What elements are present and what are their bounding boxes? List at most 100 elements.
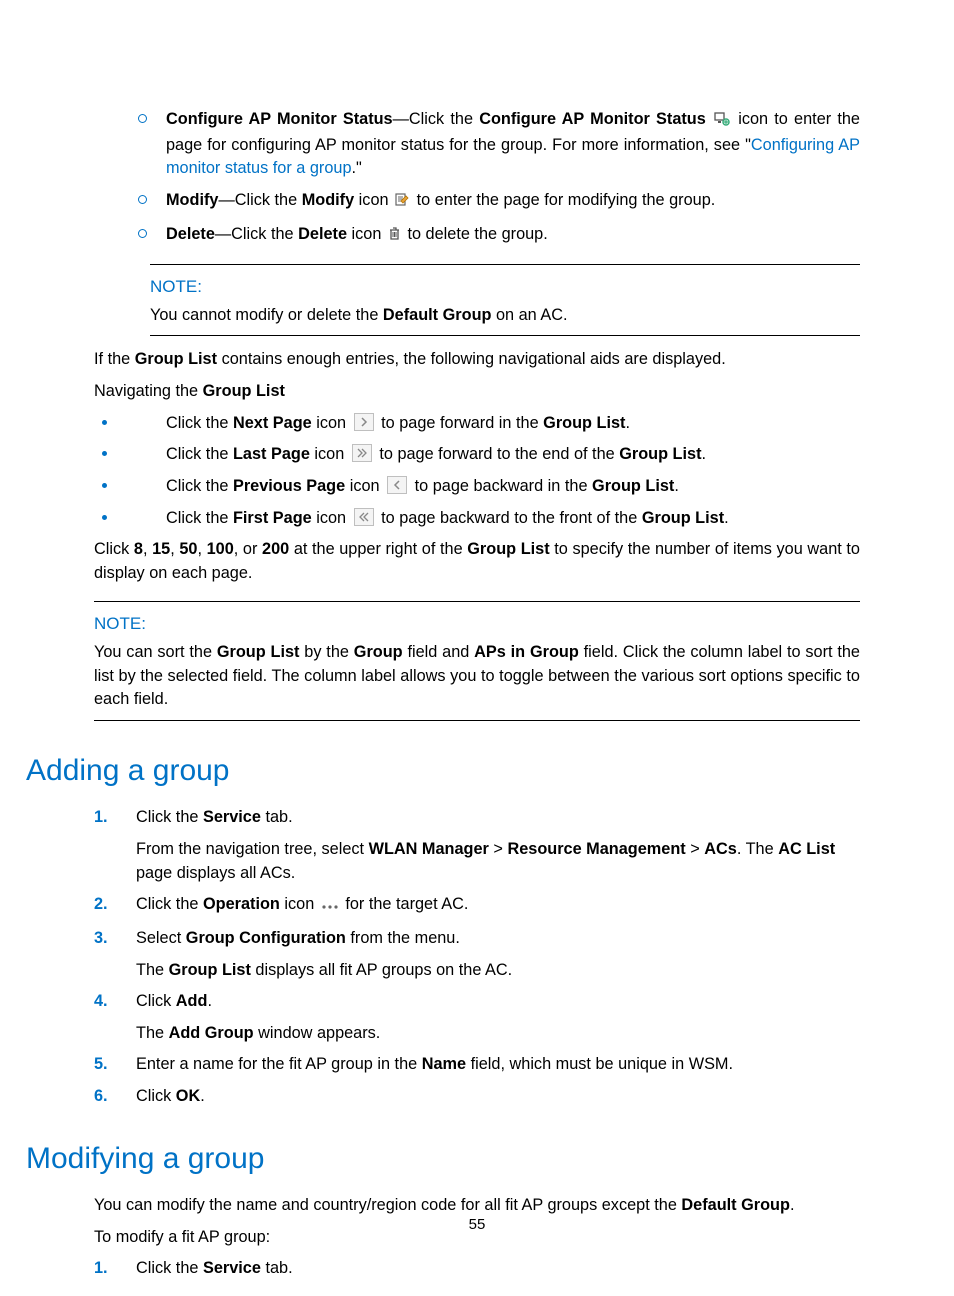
bold-text: WLAN Manager (369, 840, 489, 858)
link[interactable]: Configuring AP monitor status for a grou… (166, 136, 860, 178)
note-label: NOTE: (94, 612, 860, 637)
bold-text: 15 (152, 540, 170, 558)
list-item: 2. Click the Operation icon for the targe… (94, 893, 860, 919)
list-marker: 5. (94, 1053, 108, 1077)
step-line: Enter a name for the fit AP group in the… (136, 1053, 860, 1077)
list-item: 1. Click the Service tab. From the navigat… (94, 806, 860, 885)
note-text: You can sort the Group List by the Group… (94, 641, 860, 712)
step-line: Select Group Configuration from the menu… (136, 927, 860, 951)
note-box: NOTE: You can sort the Group List by the… (94, 601, 860, 721)
numbered-list: 1.Click the Service tab. (94, 1257, 860, 1281)
bold-text: First Page (233, 509, 312, 527)
bold-text: Default Group (681, 1196, 790, 1214)
bold-text: Add Group (169, 1024, 254, 1042)
step-line: From the navigation tree, select WLAN Ma… (136, 838, 860, 885)
edit-icon (395, 191, 410, 215)
bold-text: ACs (704, 840, 737, 858)
circular-list: Configure AP Monitor Status—Click the Co… (94, 108, 860, 248)
bold-text: Group (354, 643, 403, 661)
text: Click (94, 540, 134, 558)
list-item: 4. Click Add. The Add Group window appears… (94, 990, 860, 1045)
bold-text: 8 (134, 540, 143, 558)
bold-text: 200 (262, 540, 289, 558)
bold-text: Group List (203, 382, 285, 400)
bold-text: Delete (166, 225, 215, 243)
heading-adding-group: Adding a group (26, 749, 860, 793)
text: . (790, 1196, 795, 1214)
note-text: You cannot modify or delete the Default … (150, 304, 860, 328)
list-item: Configure AP Monitor Status—Click the Co… (94, 108, 860, 181)
bold-text: APs in Group (474, 643, 579, 661)
list-marker: 4. (94, 990, 108, 1014)
text: , (170, 540, 179, 558)
list-item: 5. Enter a name for the fit AP group in t… (94, 1053, 860, 1077)
last-page-icon (352, 444, 372, 462)
list-item: Click the First Page icon to page backwa… (94, 507, 860, 531)
text: , (143, 540, 152, 558)
bold-text: Group List (592, 477, 674, 495)
trash-icon (388, 225, 401, 249)
text: , or (234, 540, 262, 558)
list-item: Click the Previous Page icon to page bac… (94, 475, 860, 499)
text: You cannot modify or delete the (150, 306, 383, 324)
step-line: The Group List displays all fit AP group… (136, 959, 860, 983)
bold-text: Group Configuration (186, 929, 346, 947)
bold-text: Configure AP Monitor Status (479, 110, 706, 128)
bold-text: Modify (166, 191, 218, 209)
step-line: Click the Service tab. (136, 1257, 860, 1281)
bold-text: Previous Page (233, 477, 345, 495)
paragraph: If the Group List contains enough entrie… (94, 348, 860, 372)
text: If the (94, 350, 135, 368)
bold-text: OK (176, 1087, 200, 1105)
bold-text: AC List (778, 840, 835, 858)
list-item: Click the Last Page icon to page forward… (94, 443, 860, 467)
bold-text: Modify (302, 191, 354, 209)
text: by the (299, 643, 353, 661)
step-line: The Add Group window appears. (136, 1022, 860, 1046)
bold-text: Delete (298, 225, 347, 243)
list-marker: 6. (94, 1085, 108, 1109)
bold-text: Resource Management (507, 840, 685, 858)
note-box: NOTE: You cannot modify or delete the De… (150, 264, 860, 336)
list-marker: 1. (94, 806, 108, 830)
step-line: Click the Operation icon for the target … (136, 893, 860, 919)
bold-text: 100 (207, 540, 234, 558)
numbered-list: 1. Click the Service tab. From the navigat… (94, 806, 860, 1108)
list-item: Modify—Click the Modify icon to enter th… (94, 189, 860, 215)
bold-text: Last Page (233, 445, 310, 463)
list-item: Delete—Click the Delete icon to delete t… (94, 223, 860, 249)
bold-text: Service (203, 1259, 261, 1277)
step-line: Click OK. (136, 1085, 860, 1109)
bold-text: Group List (217, 643, 300, 661)
page-number: 55 (0, 1214, 954, 1236)
list-item: 6. Click OK. (94, 1085, 860, 1109)
text: on an AC. (491, 306, 567, 324)
bold-text: Name (422, 1055, 466, 1073)
dotted-list: Click the Next Page icon to page forward… (94, 412, 860, 531)
next-page-icon (354, 413, 374, 431)
bold-text: Operation (203, 895, 280, 913)
bold-text: 50 (179, 540, 197, 558)
bold-text: Group List (642, 509, 724, 527)
list-marker: 2. (94, 893, 108, 917)
text: , (197, 540, 206, 558)
operation-icon (321, 895, 339, 919)
paragraph: Click 8, 15, 50, 100, or 200 at the uppe… (94, 538, 860, 585)
note-label: NOTE: (150, 275, 860, 300)
list-item: 1.Click the Service tab. (94, 1257, 860, 1281)
text: Navigating the (94, 382, 203, 400)
bold-text: Group List (169, 961, 251, 979)
list-marker: 3. (94, 927, 108, 951)
bold-text: Group List (619, 445, 701, 463)
bold-text: Service (203, 808, 261, 826)
step-line: Click Add. (136, 990, 860, 1014)
step-line: Click the Service tab. (136, 806, 860, 830)
bold-text: Group List (467, 540, 549, 558)
text: field and (403, 643, 475, 661)
bold-text: Group List (135, 350, 217, 368)
monitor-icon (714, 110, 730, 134)
text: You can modify the name and country/regi… (94, 1196, 681, 1214)
bold-text: Next Page (233, 414, 312, 432)
text: You can sort the (94, 643, 217, 661)
bold-text: Configure AP Monitor Status (166, 110, 393, 128)
